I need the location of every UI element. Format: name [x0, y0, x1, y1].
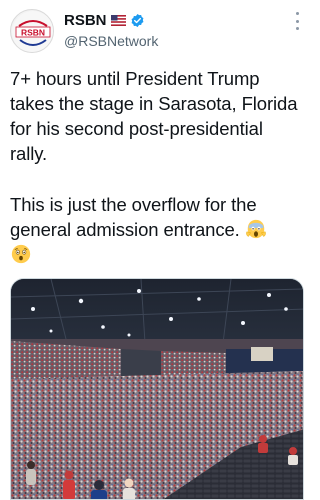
- avatar-logo-text: RSBN: [21, 28, 45, 38]
- more-dot: [295, 19, 299, 23]
- tweet-paragraph-1: 7+ hours until President Trump takes the…: [10, 68, 298, 164]
- more-dot: [295, 12, 299, 15]
- more-options-icon[interactable]: [292, 12, 302, 30]
- face-screaming-in-fear-emoji: [246, 219, 266, 239]
- more-dot: [295, 27, 299, 30]
- author-display-name[interactable]: RSBN: [64, 12, 107, 29]
- avatar[interactable]: RSBN: [10, 9, 54, 53]
- author-name-row: RSBN: [64, 12, 145, 29]
- crowd-in-arena-photo: [11, 279, 303, 499]
- tweet-photo[interactable]: [10, 278, 304, 500]
- tweet-header: RSBN RSBN @RSBNetwork: [0, 0, 314, 60]
- author-handle[interactable]: @RSBNetwork: [64, 33, 158, 49]
- tweet-paragraph-2: This is just the overflow for the genera…: [10, 192, 300, 267]
- tweet-paragraph-2-text: This is just the overflow for the genera…: [10, 194, 257, 240]
- verified-badge-icon: [131, 13, 143, 28]
- astonished-face-emoji: [11, 244, 31, 264]
- tweet-text: 7+ hours until President Trump takes the…: [10, 66, 300, 267]
- us-flag-icon: [110, 15, 126, 26]
